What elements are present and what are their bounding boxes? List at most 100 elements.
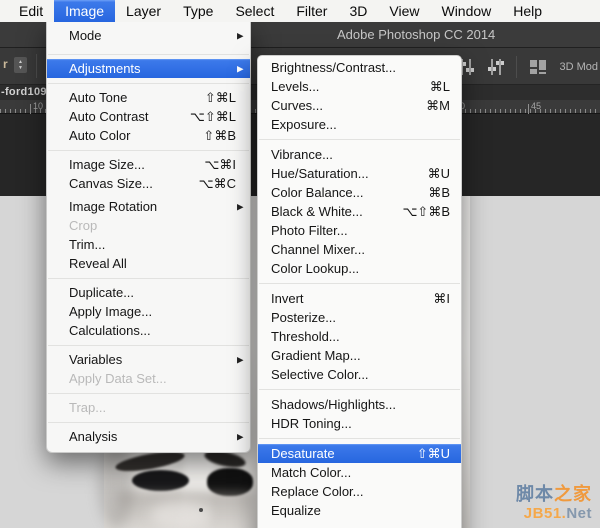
menu-item-posterize[interactable]: Posterize...	[258, 308, 461, 327]
menu-item-auto-contrast[interactable]: Auto Contrast⌥⇧⌘L	[47, 107, 250, 126]
stepper-control[interactable]	[14, 57, 27, 73]
menu-item-label: Apply Data Set...	[69, 371, 167, 386]
menu-item-exposure[interactable]: Exposure...	[258, 115, 461, 134]
menu-item-label: Vibrance...	[271, 147, 333, 162]
menu-item-label: Image Size...	[69, 157, 145, 172]
menu-item-label: Variables	[69, 352, 122, 367]
menu-item-equalize[interactable]: Equalize	[258, 501, 461, 520]
menu-item-label: Auto Tone	[69, 90, 127, 105]
menu-item-label: Photo Filter...	[271, 223, 348, 238]
menubar-item-edit[interactable]: Edit	[8, 0, 54, 22]
menu-item-desaturate[interactable]: Desaturate ⇧⌘U	[258, 444, 461, 463]
menu-item-adjustments[interactable]: Adjustments▶	[47, 59, 250, 78]
menu-item-label: Invert	[271, 291, 304, 306]
menu-item-duplicate[interactable]: Duplicate...	[47, 283, 250, 302]
menu-item-label: Desaturate	[271, 446, 335, 461]
menu-item-photo-filter[interactable]: Photo Filter...	[258, 221, 461, 240]
menu-item-variables[interactable]: Variables ▶	[47, 350, 250, 369]
watermark: 脚本之家 JB51.Net	[516, 484, 592, 522]
document-tab[interactable]: -ford109	[1, 86, 47, 98]
ruler-label: 45	[531, 101, 541, 111]
menu-item-vibrance[interactable]: Vibrance...	[258, 145, 461, 164]
menu-item-label: Match Color...	[271, 465, 351, 480]
photo-left-eye	[132, 470, 189, 491]
menu-item-apply-data-set: Apply Data Set...	[47, 369, 250, 388]
menu-item-label: Color Balance...	[271, 185, 364, 200]
menu-item-color-lookup[interactable]: Color Lookup...	[258, 259, 461, 278]
menu-item-match-color[interactable]: Match Color...	[258, 463, 461, 482]
menu-separator	[47, 49, 250, 59]
menu-item-shortcut: ⌥⌘C	[199, 176, 236, 192]
menu-item-auto-color[interactable]: Auto Color ⇧⌘B	[47, 126, 250, 145]
menubar-item-help[interactable]: Help	[502, 0, 553, 22]
menu-item-gradient-map[interactable]: Gradient Map...	[258, 346, 461, 365]
menu-item-black-white[interactable]: Black & White...⌥⇧⌘B	[258, 202, 461, 221]
menu-item-curves[interactable]: Curves...⌘M	[258, 96, 461, 115]
watermark-site-url: JB51.Net	[516, 505, 592, 522]
menubar-item-select[interactable]: Select	[224, 0, 285, 22]
menu-item-shortcut: ⇧⌘U	[417, 446, 450, 462]
menu-item-label: Curves...	[271, 98, 323, 113]
menu-item-apply-image[interactable]: Apply Image...	[47, 302, 250, 321]
photo-mole	[199, 508, 203, 512]
menu-bar: EditImageLayerTypeSelectFilter3DViewWind…	[0, 0, 600, 22]
ruler-major-tick	[30, 104, 31, 114]
menu-item-replace-color[interactable]: Replace Color...	[258, 482, 461, 501]
menu-item-label: Auto Color	[69, 128, 130, 143]
menu-item-shadows-highlights[interactable]: Shadows/Highlights...	[258, 395, 461, 414]
menubar-item-image[interactable]: Image	[54, 0, 115, 22]
menu-item-label: Canvas Size...	[69, 176, 153, 191]
menu-item-trap: Trap...	[47, 398, 250, 417]
sliders-icon[interactable]	[486, 58, 506, 76]
panel-columns-icon[interactable]	[527, 58, 549, 76]
submenu-arrow-icon: ▶	[237, 354, 243, 364]
menu-item-calculations[interactable]: Calculations...	[47, 321, 250, 340]
menubar-item-type[interactable]: Type	[172, 0, 224, 22]
watermark-site-name: 脚本之家	[516, 484, 592, 505]
menubar-item-layer[interactable]: Layer	[115, 0, 172, 22]
menubar-item-view[interactable]: View	[378, 0, 430, 22]
menu-item-image-rotation[interactable]: Image Rotation▶	[47, 197, 250, 216]
menu-item-canvas-size[interactable]: Canvas Size... ⌥⌘C	[47, 174, 250, 193]
window-title: Adobe Photoshop CC 2014	[337, 27, 495, 42]
menu-item-image-size[interactable]: Image Size...⌥⌘I	[47, 155, 250, 174]
menu-item-trim[interactable]: Trim...	[47, 235, 250, 254]
menu-item-channel-mixer[interactable]: Channel Mixer...	[258, 240, 461, 259]
menu-item-levels[interactable]: Levels...⌘L	[258, 77, 461, 96]
menu-item-analysis[interactable]: Analysis▶	[47, 427, 250, 446]
image-menu-dropdown: Mode▶Adjustments▶Auto Tone⇧⌘LAuto Contra…	[46, 22, 251, 453]
menu-separator	[47, 145, 250, 155]
menu-item-color-balance[interactable]: Color Balance...⌘B	[258, 183, 461, 202]
menu-item-shortcut: ⇧⌘B	[203, 128, 236, 144]
photo-face-highlight	[150, 501, 210, 528]
menubar-item-filter[interactable]: Filter	[285, 0, 338, 22]
menu-item-selective-color[interactable]: Selective Color...	[258, 365, 461, 384]
menu-item-invert[interactable]: Invert⌘I	[258, 289, 461, 308]
menu-item-label: Mode	[69, 28, 102, 43]
menu-item-mode[interactable]: Mode▶	[47, 22, 250, 49]
3d-mode-label[interactable]: 3D Mod	[559, 61, 598, 73]
menu-item-hue-saturation[interactable]: Hue/Saturation...⌘U	[258, 164, 461, 183]
menu-item-label: Shadows/Highlights...	[271, 397, 396, 412]
menu-item-auto-tone[interactable]: Auto Tone⇧⌘L	[47, 88, 250, 107]
menubar-item-3d[interactable]: 3D	[338, 0, 378, 22]
adjustments-submenu: Brightness/Contrast...Levels...⌘LCurves.…	[257, 55, 462, 528]
menu-separator	[47, 388, 250, 398]
menu-item-brightness-contrast[interactable]: Brightness/Contrast...	[258, 58, 461, 77]
menu-item-shortcut: ⌥⇧⌘L	[190, 109, 236, 125]
menu-item-label: Hue/Saturation...	[271, 166, 369, 181]
menu-item-hdr-toning[interactable]: HDR Toning...	[258, 414, 461, 433]
menu-separator	[258, 384, 461, 395]
watermark-text: 之家	[554, 484, 592, 504]
menu-item-label: Analysis	[69, 429, 117, 444]
menu-item-label: Brightness/Contrast...	[271, 60, 396, 75]
menu-item-threshold[interactable]: Threshold...	[258, 327, 461, 346]
menu-item-label: Equalize	[271, 503, 321, 518]
menu-item-reveal-all[interactable]: Reveal All	[47, 254, 250, 273]
menubar-item-window[interactable]: Window	[430, 0, 502, 22]
menu-item-shortcut: ⌥⇧⌘B	[402, 204, 450, 220]
submenu-arrow-icon: ▶	[237, 201, 243, 211]
menu-separator	[47, 273, 250, 283]
watermark-text: Net	[566, 505, 592, 522]
menu-item-label: Levels...	[271, 79, 319, 94]
